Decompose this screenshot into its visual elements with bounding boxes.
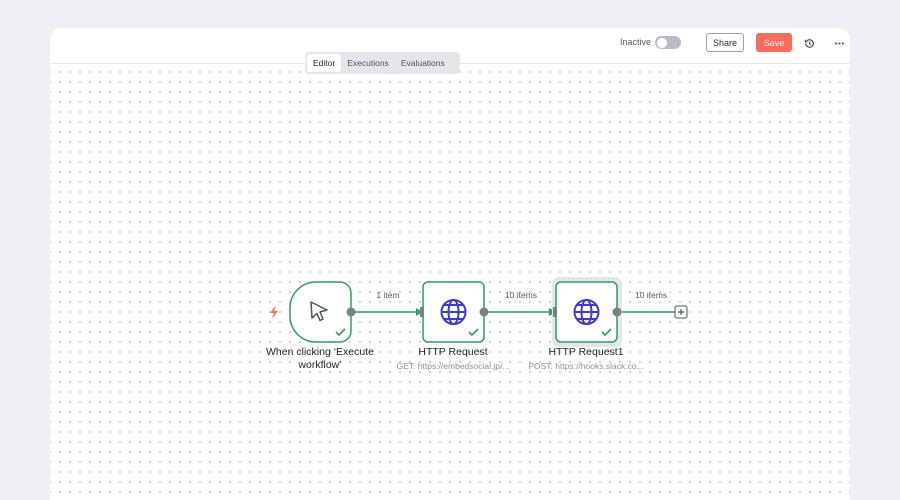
tab-evaluations[interactable]: Evaluations	[395, 54, 451, 72]
workflow-canvas[interactable]: 1 item 10 items 10 items When clicking ‘…	[50, 64, 850, 500]
toggle-knob	[656, 37, 667, 48]
view-tabs: Editor Executions Evaluations	[305, 52, 460, 74]
node-subtitle: GET: https://embedsocial.jp/...	[396, 361, 510, 371]
node-title-line: workflow’	[298, 359, 342, 371]
active-toggle[interactable]	[655, 36, 681, 49]
node-title: HTTP Request1	[548, 346, 624, 358]
add-node-button[interactable]	[674, 305, 688, 319]
app-window: Inactive Share Save Editor Executions Ev…	[50, 28, 850, 500]
input-handle[interactable]	[420, 307, 424, 317]
input-handle[interactable]	[553, 307, 557, 317]
more-horizontal-icon[interactable]	[830, 34, 848, 52]
save-button[interactable]: Save	[756, 33, 792, 52]
node-subtitle: POST: https://hooks.slack.co...	[528, 361, 644, 371]
output-handle[interactable]	[346, 307, 356, 317]
output-handle[interactable]	[612, 307, 622, 317]
tab-editor[interactable]: Editor	[307, 54, 342, 72]
edge-label: 1 item	[376, 290, 400, 300]
edge-label: 10 items	[504, 290, 538, 300]
node-title-line: When clicking ‘Execute	[266, 346, 374, 358]
node-title: When clicking ‘Execute workflow’	[250, 346, 390, 372]
output-handle[interactable]	[479, 307, 489, 317]
node-title: HTTP Request	[418, 346, 488, 358]
workflow-status-label: Inactive	[620, 37, 652, 47]
edge-label: 10 items	[634, 290, 668, 300]
history-icon[interactable]	[800, 34, 818, 52]
share-button[interactable]: Share	[706, 33, 744, 52]
tab-executions[interactable]: Executions	[341, 54, 395, 72]
trigger-bolt-icon	[270, 305, 278, 319]
workflow-graph	[270, 277, 688, 347]
